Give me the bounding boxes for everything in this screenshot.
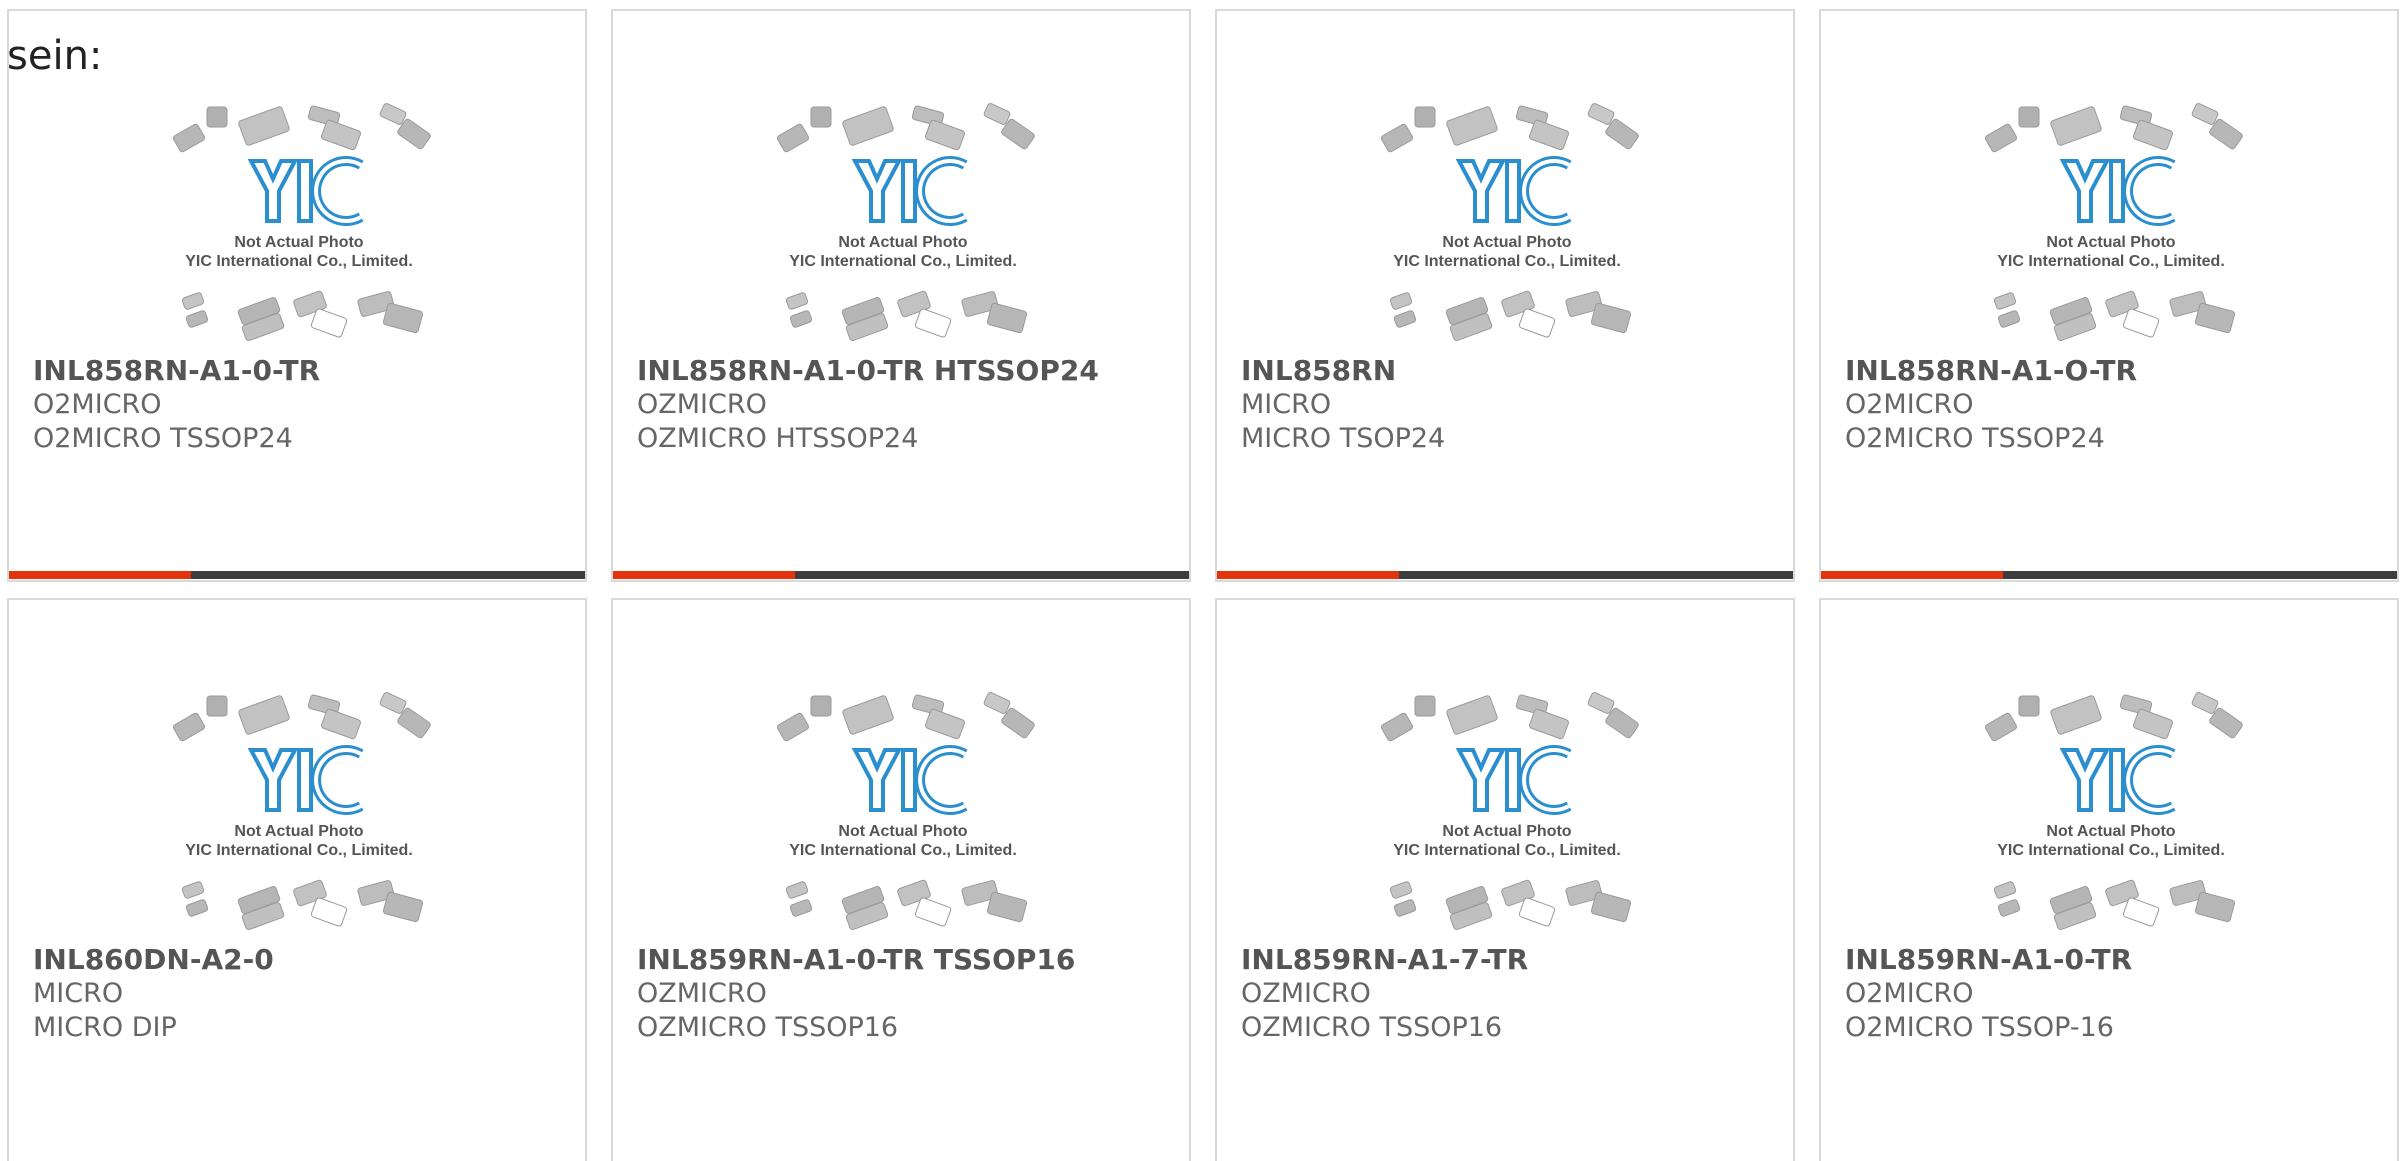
card-accent-bar xyxy=(613,571,795,579)
product-info: INL858RN-A1-O-TR O2MICRO O2MICRO TSSOP24 xyxy=(1845,354,2387,456)
package-description: OZMICRO HTSSOP24 xyxy=(637,423,919,454)
product-image[interactable]: Not Actual Photo YIC International Co., … xyxy=(767,688,1039,938)
svg-text:Not Actual Photo: Not Actual Photo xyxy=(2046,234,2175,251)
part-number-link[interactable]: INL859RN-A1-7-TR xyxy=(1241,943,1783,977)
part-number-link[interactable]: INL858RN-A1-0-TR xyxy=(33,354,575,388)
card-accent-bar xyxy=(9,571,191,579)
not-actual-photo-placeholder: Not Actual Photo YIC International Co., … xyxy=(776,103,1035,342)
svg-text:Not Actual Photo: Not Actual Photo xyxy=(838,823,967,840)
product-card[interactable]: Not Actual Photo YIC International Co., … xyxy=(7,598,587,1161)
svg-text:Not Actual Photo: Not Actual Photo xyxy=(1442,823,1571,840)
not-actual-photo-placeholder: Not Actual Photo YIC International Co., … xyxy=(1380,103,1639,342)
product-image[interactable]: Not Actual Photo YIC International Co., … xyxy=(163,99,435,349)
product-card[interactable]: Not Actual Photo YIC International Co., … xyxy=(1215,9,1795,582)
svg-text:Not Actual Photo: Not Actual Photo xyxy=(1442,234,1571,251)
product-card[interactable]: Not Actual Photo YIC International Co., … xyxy=(7,9,587,582)
card-accent-bar xyxy=(1821,571,2003,579)
product-info: INL859RN-A1-0-TR O2MICRO O2MICRO TSSOP-1… xyxy=(1845,943,2387,1045)
product-info: INL858RN-A1-0-TR HTSSOP24 OZMICRO OZMICR… xyxy=(637,354,1179,456)
product-image[interactable]: Not Actual Photo YIC International Co., … xyxy=(1975,688,2247,938)
product-card[interactable]: Not Actual Photo YIC International Co., … xyxy=(611,9,1191,582)
svg-text:YIC International Co., Limited: YIC International Co., Limited. xyxy=(1393,253,1621,270)
svg-text:YIC International Co., Limited: YIC International Co., Limited. xyxy=(1393,842,1621,859)
svg-text:YIC International Co., Limited: YIC International Co., Limited. xyxy=(1997,253,2225,270)
not-actual-photo-placeholder: Not Actual Photo YIC International Co., … xyxy=(1380,692,1639,931)
product-card[interactable]: Not Actual Photo YIC International Co., … xyxy=(611,598,1191,1161)
product-image[interactable]: Not Actual Photo YIC International Co., … xyxy=(1975,99,2247,349)
svg-text:YIC International Co., Limited: YIC International Co., Limited. xyxy=(789,842,1017,859)
not-actual-photo-placeholder: Not Actual Photo YIC International Co., … xyxy=(1984,103,2243,342)
package-description: MICRO TSOP24 xyxy=(1241,423,1446,454)
part-number-link[interactable]: INL859RN-A1-0-TR TSSOP16 xyxy=(637,943,1179,977)
manufacturer: OZMICRO xyxy=(637,389,767,420)
svg-text:YIC International Co., Limited: YIC International Co., Limited. xyxy=(185,842,413,859)
product-info: INL859RN-A1-0-TR TSSOP16 OZMICRO OZMICRO… xyxy=(637,943,1179,1045)
manufacturer: O2MICRO xyxy=(33,389,162,420)
svg-text:Not Actual Photo: Not Actual Photo xyxy=(2046,823,2175,840)
product-card[interactable]: Not Actual Photo YIC International Co., … xyxy=(1819,9,2399,582)
product-info: INL858RN MICRO MICRO TSOP24 xyxy=(1241,354,1783,456)
manufacturer: OZMICRO xyxy=(637,978,767,1009)
card-accent-bar xyxy=(1217,571,1399,579)
package-description: OZMICRO TSSOP16 xyxy=(637,1012,899,1043)
svg-text:Not Actual Photo: Not Actual Photo xyxy=(234,234,363,251)
part-number-link[interactable]: INL858RN-A1-O-TR xyxy=(1845,354,2387,388)
product-image[interactable]: Not Actual Photo YIC International Co., … xyxy=(163,688,435,938)
intro-text: sein: xyxy=(7,33,103,79)
card-bottom-bar xyxy=(1821,571,2397,579)
svg-text:YIC International Co., Limited: YIC International Co., Limited. xyxy=(1997,842,2225,859)
part-number-link[interactable]: INL859RN-A1-0-TR xyxy=(1845,943,2387,977)
product-listing-page: sein: Not Actual Photo YIC International… xyxy=(0,0,2404,1161)
card-bottom-bar xyxy=(1217,571,1793,579)
manufacturer: O2MICRO xyxy=(1845,978,1974,1009)
not-actual-photo-placeholder: Not Actual Photo YIC International Co., … xyxy=(172,103,431,342)
product-info: INL860DN-A2-0 MICRO MICRO DIP xyxy=(33,943,575,1045)
card-bottom-bar xyxy=(613,571,1189,579)
product-image[interactable]: Not Actual Photo YIC International Co., … xyxy=(1371,688,1643,938)
product-grid: Not Actual Photo YIC International Co., … xyxy=(7,9,2399,1161)
not-actual-photo-placeholder: Not Actual Photo YIC International Co., … xyxy=(172,692,431,931)
part-number-link[interactable]: INL858RN xyxy=(1241,354,1783,388)
product-card[interactable]: Not Actual Photo YIC International Co., … xyxy=(1819,598,2399,1161)
svg-text:Not Actual Photo: Not Actual Photo xyxy=(234,823,363,840)
manufacturer: OZMICRO xyxy=(1241,978,1371,1009)
product-card[interactable]: Not Actual Photo YIC International Co., … xyxy=(1215,598,1795,1161)
package-description: O2MICRO TSSOP24 xyxy=(1845,423,2105,454)
not-actual-photo-placeholder: Not Actual Photo YIC International Co., … xyxy=(1984,692,2243,931)
svg-text:Not Actual Photo: Not Actual Photo xyxy=(838,234,967,251)
package-description: O2MICRO TSSOP24 xyxy=(33,423,293,454)
svg-text:YIC International Co., Limited: YIC International Co., Limited. xyxy=(789,253,1017,270)
manufacturer: MICRO xyxy=(1241,389,1332,420)
card-bottom-bar xyxy=(9,571,585,579)
product-image[interactable]: Not Actual Photo YIC International Co., … xyxy=(1371,99,1643,349)
product-image[interactable]: Not Actual Photo YIC International Co., … xyxy=(767,99,1039,349)
product-info: INL858RN-A1-0-TR O2MICRO O2MICRO TSSOP24 xyxy=(33,354,575,456)
svg-text:YIC International Co., Limited: YIC International Co., Limited. xyxy=(185,253,413,270)
product-info: INL859RN-A1-7-TR OZMICRO OZMICRO TSSOP16 xyxy=(1241,943,1783,1045)
part-number-link[interactable]: INL860DN-A2-0 xyxy=(33,943,575,977)
manufacturer: O2MICRO xyxy=(1845,389,1974,420)
package-description: OZMICRO TSSOP16 xyxy=(1241,1012,1503,1043)
part-number-link[interactable]: INL858RN-A1-0-TR HTSSOP24 xyxy=(637,354,1179,388)
package-description: O2MICRO TSSOP-16 xyxy=(1845,1012,2114,1043)
manufacturer: MICRO xyxy=(33,978,124,1009)
package-description: MICRO DIP xyxy=(33,1012,177,1043)
not-actual-photo-placeholder: Not Actual Photo YIC International Co., … xyxy=(776,692,1035,931)
